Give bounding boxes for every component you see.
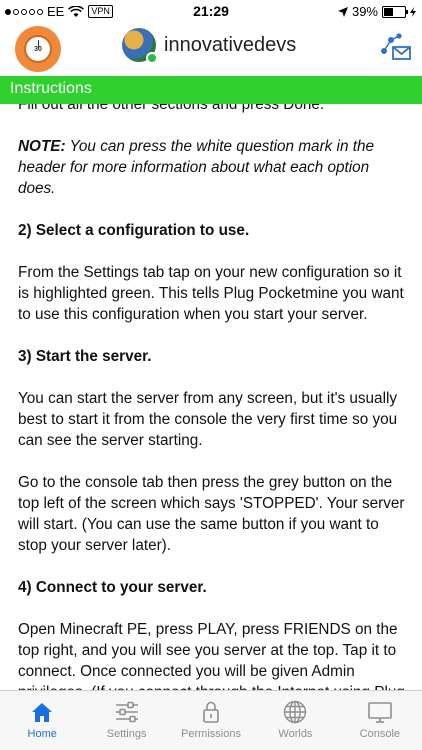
location-arrow-icon — [337, 6, 348, 17]
lock-icon — [203, 701, 219, 723]
instruction-paragraph: From the Settings tab tap on your new co… — [18, 264, 404, 323]
tab-console[interactable]: Console — [338, 691, 422, 750]
tab-label: Settings — [106, 728, 147, 740]
step-heading: 2) Select a configuration to use. — [18, 222, 250, 239]
instruction-paragraph: Open Minecraft PE, press PLAY, press FRI… — [18, 621, 405, 690]
app-header: 30 innovativedevs — [0, 22, 422, 76]
avatar — [122, 28, 158, 64]
share-mail-icon[interactable] — [378, 32, 412, 66]
tab-label: Worlds — [278, 728, 313, 740]
instruction-paragraph: Fill out all the other sections and pres… — [18, 104, 325, 113]
user-profile[interactable]: innovativedevs — [122, 28, 297, 64]
monitor-icon — [368, 702, 392, 723]
battery-percent: 39% — [351, 4, 378, 19]
tab-label: Home — [27, 728, 57, 740]
username: innovativedevs — [164, 33, 297, 56]
tab-permissions[interactable]: Permissions — [169, 691, 253, 750]
sliders-icon — [115, 701, 138, 723]
instructions-content[interactable]: Fill out all the other sections and pres… — [0, 104, 422, 690]
note-text: You can press the white question mark in… — [18, 138, 374, 197]
timer-logo-icon[interactable]: 30 — [15, 26, 61, 72]
tab-bar: Home Settings Permissions Worlds Console — [0, 690, 422, 750]
tab-label: Console — [359, 728, 400, 740]
tab-home[interactable]: Home — [0, 691, 84, 750]
timer-number: 30 — [34, 46, 42, 53]
step-heading: 4) Connect to your server. — [18, 579, 207, 596]
globe-icon — [284, 700, 307, 724]
section-title: Instructions — [10, 80, 92, 97]
instruction-paragraph: You can start the server from any screen… — [18, 390, 398, 449]
tab-label: Permissions — [181, 728, 241, 740]
home-icon — [32, 703, 53, 722]
online-status-icon — [146, 52, 158, 64]
timer-face: 30 — [24, 35, 52, 63]
charging-bolt-icon — [410, 6, 416, 17]
instruction-paragraph: Go to the console tab then press the gre… — [18, 474, 405, 554]
tab-worlds[interactable]: Worlds — [253, 691, 337, 750]
section-header-bar: Instructions — [0, 76, 422, 104]
step-heading: 3) Start the server. — [18, 348, 152, 365]
note-paragraph: NOTE: You can press the white question m… — [18, 136, 408, 199]
tab-settings[interactable]: Settings — [84, 691, 168, 750]
status-bar: EE VPN 21:29 39% — [0, 0, 422, 22]
battery-icon — [382, 5, 408, 18]
note-label: NOTE: — [18, 138, 66, 155]
instructions-text: Fill out all the other sections and pres… — [18, 104, 408, 690]
status-right: 39% — [337, 4, 416, 19]
